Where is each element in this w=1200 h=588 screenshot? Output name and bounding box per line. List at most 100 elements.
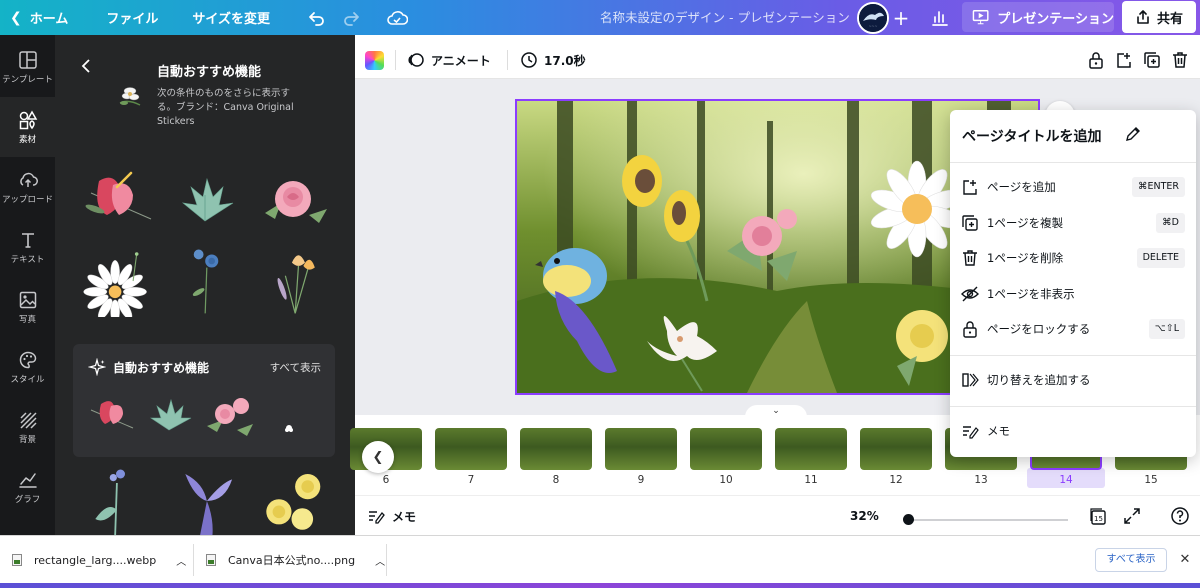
rail-item-text[interactable]: テキスト <box>0 217 55 277</box>
sticker-blue-rose[interactable] <box>163 243 249 315</box>
download-item[interactable]: rectangle_larg....webp ︿ <box>12 536 186 584</box>
chevron-left-icon: ❮ <box>10 9 22 26</box>
shortcut-badge: ⌘D <box>1156 213 1185 233</box>
elements-icon <box>19 109 37 129</box>
share-button[interactable]: 共有 <box>1122 1 1196 33</box>
add-collaborator-button[interactable]: + <box>890 0 912 35</box>
zoom-slider-handle[interactable] <box>903 514 914 525</box>
undo-button[interactable] <box>300 0 334 35</box>
design-title[interactable]: 名称未設定のデザイン - プレゼンテーション <box>600 0 850 35</box>
menu-item-duplicate[interactable]: 1ページを複製 ⌘D <box>950 206 1196 240</box>
page-thumbnail[interactable] <box>860 428 932 470</box>
page-thumbnail[interactable] <box>775 428 847 470</box>
file-icon <box>206 554 216 566</box>
photo-icon <box>19 291 36 308</box>
page-number: 12 <box>889 474 903 486</box>
rec-sticker-anthurium[interactable] <box>83 390 137 438</box>
hide-icon <box>961 286 979 302</box>
lock-page-icon[interactable] <box>1086 50 1106 70</box>
menu-item-add-transition[interactable]: 切り替えを追加する <box>950 363 1196 397</box>
page-thumbnail[interactable] <box>605 428 677 470</box>
panel-description: 次の条件のものをさらに表示する。ブランド：Canva Original Stic… <box>157 88 294 127</box>
background-icon <box>19 411 37 429</box>
avatar[interactable]: ∼∼∼ <box>857 2 889 34</box>
rail-item-upload[interactable]: アップロード <box>0 157 55 217</box>
canvas-toolbar: アニメート 17.0秒 <box>355 41 1200 79</box>
trash-icon <box>963 250 977 266</box>
sticker-succulent[interactable] <box>163 163 249 235</box>
add-page-icon[interactable] <box>1114 50 1134 70</box>
menu-item-lock[interactable]: ページをロックする ⌥⇧L <box>950 312 1196 346</box>
notes-button[interactable]: メモ <box>367 496 416 536</box>
menu-item-delete[interactable]: 1ページを削除 DELETE <box>950 241 1196 275</box>
sticker-white-daisy[interactable] <box>73 245 159 317</box>
zoom-slider-track[interactable] <box>908 519 1068 521</box>
panel-back-button[interactable] <box>77 57 95 75</box>
rail-item-background[interactable]: 背景 <box>0 397 55 457</box>
sticker-yellow-roses[interactable] <box>253 465 339 535</box>
sticker-pink-rose[interactable] <box>253 163 339 235</box>
present-icon <box>972 10 989 25</box>
rail-item-style[interactable]: スタイル <box>0 337 55 397</box>
add-page-title-button[interactable]: ページタイトルを追加 <box>962 126 1101 146</box>
animate-button[interactable]: アニメート <box>407 41 491 79</box>
menu-item-hide[interactable]: 1ページを非表示 <box>950 277 1196 311</box>
rail-item-graph[interactable]: グラフ <box>0 457 55 517</box>
notes-label: メモ <box>392 509 417 524</box>
close-downloads-button[interactable]: ✕ <box>1176 550 1194 568</box>
bottom-bar: メモ 32% 15 <box>355 495 1200 535</box>
rail-item-template[interactable]: テンプレート <box>0 37 55 97</box>
download-item[interactable]: Canva日本公式no....png ︿ <box>206 536 385 584</box>
rec-sticker-small-flower[interactable] <box>263 390 317 438</box>
redo-button[interactable] <box>334 0 368 35</box>
delete-page-icon[interactable] <box>1170 50 1190 70</box>
page-count-icon[interactable]: 15 <box>1088 506 1108 526</box>
insights-button[interactable] <box>920 0 960 35</box>
share-icon <box>1137 10 1149 24</box>
duration-button[interactable]: 17.0秒 <box>520 41 586 79</box>
shortcut-badge: ⌘ENTER <box>1131 177 1185 197</box>
undo-icon <box>309 11 324 26</box>
page-number: 7 <box>467 474 475 486</box>
rec-sticker-roses[interactable] <box>203 390 257 438</box>
sticker-pink-anthurium[interactable] <box>73 163 159 235</box>
see-all-link[interactable]: すべて表示 <box>270 360 321 375</box>
page-thumbnail[interactable] <box>520 428 592 470</box>
upload-icon <box>19 172 38 187</box>
rail-item-photo[interactable]: 写真 <box>0 277 55 337</box>
lock-icon <box>963 321 977 338</box>
duplicate-page-icon[interactable] <box>1142 50 1162 70</box>
resize-button[interactable]: サイズを変更 <box>172 0 284 35</box>
rail-item-elements[interactable]: 素材 <box>0 97 55 157</box>
home-button[interactable]: ❮ ホーム <box>0 0 82 35</box>
downloads-bar: rectangle_larg....webp ︿ Canva日本公式no....… <box>0 535 1200 583</box>
menu-item-add-page[interactable]: ページを追加 ⌘ENTER <box>950 170 1196 204</box>
rec-sticker-succulent[interactable] <box>143 390 197 438</box>
white-flower-sticker-thumbnail <box>119 87 141 106</box>
sticker-forget-me-not[interactable] <box>73 465 159 535</box>
help-icon[interactable] <box>1170 506 1190 526</box>
present-button[interactable]: プレゼンテーション <box>962 2 1114 32</box>
page-number: 11 <box>804 474 818 486</box>
filmstrip-scroll-left-button[interactable]: ❮ <box>362 441 394 473</box>
menu-item-notes[interactable]: メモ <box>950 414 1196 448</box>
zoom-level[interactable]: 32% <box>850 496 879 536</box>
chevron-up-icon[interactable]: ︿ <box>176 553 186 568</box>
page-thumbnail[interactable] <box>435 428 507 470</box>
show-all-downloads-button[interactable]: すべて表示 <box>1095 548 1167 572</box>
chevron-up-icon[interactable]: ︿ <box>375 553 385 568</box>
avatar-image: ∼∼∼ <box>859 4 887 32</box>
pencil-icon[interactable] <box>1125 126 1141 142</box>
menu-item-label: ページをロックする <box>987 322 1091 336</box>
toolbar-divider <box>395 50 396 70</box>
color-picker-button[interactable] <box>365 51 384 70</box>
page-thumbnail[interactable] <box>690 428 762 470</box>
template-icon <box>18 50 37 69</box>
add-page-icon <box>963 180 977 195</box>
save-status-button[interactable] <box>380 0 414 35</box>
sticker-yellow-tulips[interactable] <box>253 243 339 315</box>
fullscreen-icon[interactable] <box>1122 506 1142 526</box>
file-menu-button[interactable]: ファイル <box>82 0 172 35</box>
rail-label-style: スタイル <box>10 374 45 385</box>
sticker-purple-iris[interactable] <box>163 465 249 535</box>
